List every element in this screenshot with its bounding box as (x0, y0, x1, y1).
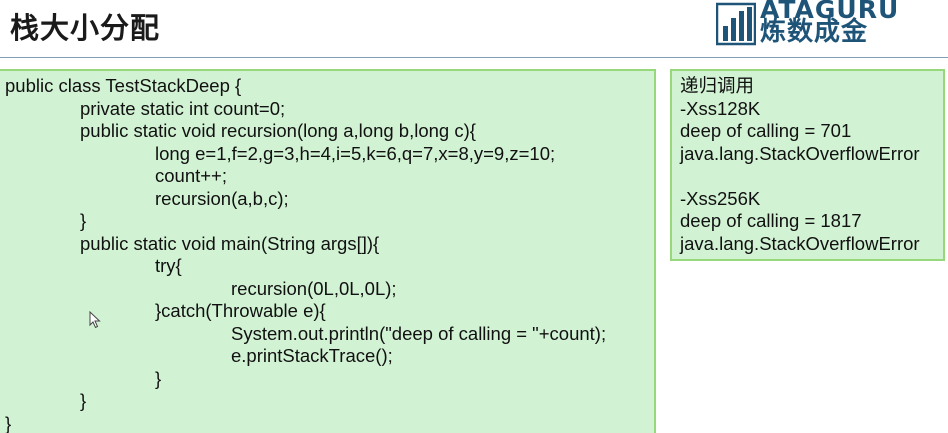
code-line: count++; (155, 165, 228, 186)
code-line: } (155, 367, 162, 389)
logo-wordmark-cjk: 炼数成金 (760, 17, 869, 47)
code-line: public class TestStackDeep { (5, 75, 242, 96)
ataguru-logo: ATAGURU 炼数成金 (716, 0, 906, 48)
result-line: deep of calling = 1817 (680, 210, 862, 231)
code-line: public static void recursion(long a,long… (80, 120, 476, 141)
code-line: recursion(a,b,c); (155, 187, 289, 209)
code-line: private static int count=0; (80, 97, 286, 119)
code-line: recursion(0L,0L,0L); (231, 277, 397, 299)
result-line: deep of calling = 701 (680, 120, 852, 141)
bar-chart-logo-icon (716, 2, 756, 46)
code-line: } (5, 412, 12, 433)
title-divider (0, 57, 948, 58)
code-line: long e=1,f=2,g=3,h=4,i=5,k=6,q=7,x=8,y=9… (155, 142, 556, 164)
result-line: java.lang.StackOverflowError (680, 142, 920, 164)
code-line: } (80, 210, 87, 231)
result-heading: 递归调用 (680, 75, 755, 96)
mouse-pointer-icon (89, 311, 101, 329)
code-panel: public class TestStackDeep { private sta… (0, 69, 656, 433)
code-line: System.out.println("deep of calling = "+… (231, 322, 607, 344)
result-panel: 递归调用 -Xss128K deep of calling = 701 java… (670, 69, 945, 261)
result-line: -Xss128K (680, 97, 761, 119)
page-title: 栈大小分配 (10, 11, 161, 45)
code-line: try{ (155, 255, 182, 276)
result-line: java.lang.StackOverflowError (680, 232, 920, 254)
code-line: } (80, 390, 87, 411)
slide: 栈大小分配 ATAGURU 炼数成金 public class TestStac… (0, 0, 948, 433)
code-line: e.printStackTrace(); (231, 345, 393, 366)
code-line: public static void main(String args[]){ (80, 232, 380, 254)
code-line: }catch(Throwable e){ (155, 300, 326, 321)
result-line: -Xss256K (680, 187, 761, 209)
